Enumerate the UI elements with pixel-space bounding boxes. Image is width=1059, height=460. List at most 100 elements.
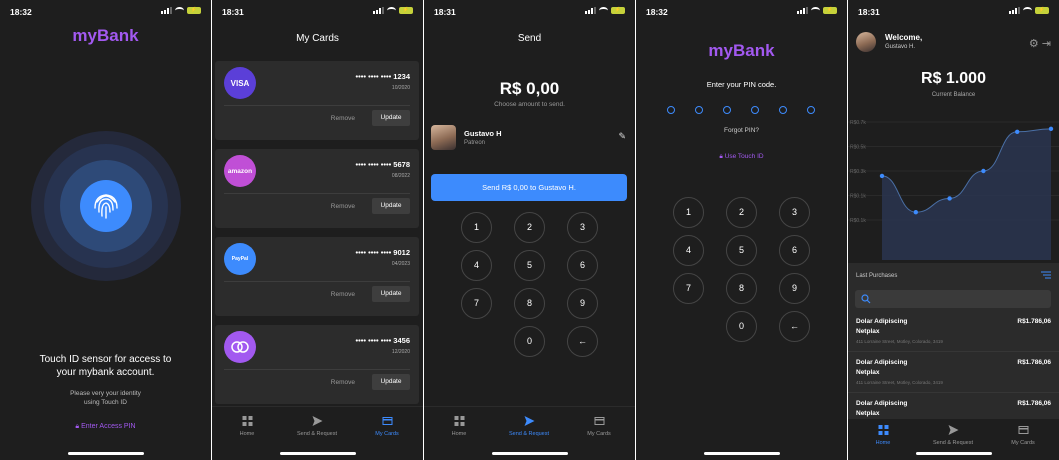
send-icon <box>948 425 958 435</box>
amount-hint: Choose amount to send. <box>494 101 565 108</box>
tab-cards-label: My Cards <box>587 431 611 437</box>
pin-prompt: Enter your PIN code. <box>706 80 777 89</box>
status-icons: ⚡ <box>797 7 837 14</box>
page-title: My Cards <box>296 33 339 44</box>
chart-point <box>879 173 885 179</box>
user-avatar[interactable] <box>856 32 876 52</box>
paypal-logo: PayPal <box>224 243 256 275</box>
pin-dot <box>779 106 787 114</box>
tab-send[interactable]: Send & Request <box>494 416 564 437</box>
tab-send[interactable]: Send & Request <box>918 425 988 446</box>
keypad-key-7[interactable]: 7 <box>673 273 704 304</box>
balance-amount: R$ 1.000 <box>921 70 986 87</box>
enter-pin-link[interactable]: 🔒︎ Enter Access PIN <box>0 423 211 431</box>
battery-icon: ⚡ <box>399 7 413 14</box>
edit-icon[interactable]: ✎ <box>618 131 626 142</box>
keypad-key-8[interactable]: 8 <box>726 273 757 304</box>
keypad-key-9[interactable]: 9 <box>779 273 810 304</box>
keypad-key-6[interactable]: 6 <box>779 235 810 266</box>
balance-chart: R$0.7k R$0.5k R$0.3k R$0.1k R$0.1k <box>848 120 1059 260</box>
touch-id-subtitle: Please very your identity using Touch ID <box>0 389 211 407</box>
my-cards-screen: 18:31 ⚡ My Cards VISA •••• •••• •••• 123… <box>212 0 423 460</box>
send-button[interactable]: Send R$ 0,00 to Gustavo H. <box>431 174 627 201</box>
keypad-key-4[interactable]: 4 <box>673 235 704 266</box>
pin-dot <box>667 106 675 114</box>
recipient-name: Gustavo H <box>464 129 502 138</box>
tab-home[interactable]: Home <box>848 425 918 446</box>
chart-point <box>981 168 986 174</box>
keypad-key-4[interactable]: 4 <box>461 250 492 281</box>
use-touch-id-link[interactable]: 🔒︎ Use Touch ID <box>636 153 847 161</box>
backspace-key[interactable]: ← <box>567 326 598 357</box>
card-icon <box>1018 426 1028 434</box>
keypad-key-7[interactable]: 7 <box>461 288 492 319</box>
last-purchases-panel: Last Purchases Dolar Adipiscing Netplax … <box>848 263 1059 418</box>
search-input[interactable] <box>855 290 1051 308</box>
divider <box>224 281 410 282</box>
keypad-key-5[interactable]: 5 <box>726 235 757 266</box>
purchase-row[interactable]: Dolar Adipiscing Netplax 411 Lorraine St… <box>848 353 1059 393</box>
tab-home[interactable]: Home <box>212 416 282 437</box>
card-number: •••• •••• •••• 1234 <box>355 72 410 81</box>
keypad-key-1[interactable]: 1 <box>673 197 704 228</box>
forgot-pin-link[interactable]: Forgot PIN? <box>636 127 847 134</box>
tab-send[interactable]: Send & Request <box>282 416 352 437</box>
gear-icon[interactable]: ⚙ <box>1029 38 1039 50</box>
keypad-key-9[interactable]: 9 <box>567 288 598 319</box>
y-tick-label: R$0.1k <box>850 218 866 224</box>
update-button[interactable]: Update <box>372 198 410 214</box>
purchase-row[interactable]: Dolar Adipiscing Netplax 411 Lorraine St… <box>848 312 1059 352</box>
card-number: •••• •••• •••• 9012 <box>355 248 410 257</box>
status-icons: ⚡ <box>161 7 201 14</box>
keypad-key-3[interactable]: 3 <box>567 212 598 243</box>
keypad-key-1[interactable]: 1 <box>461 212 492 243</box>
keypad-key-2[interactable]: 2 <box>726 197 757 228</box>
tab-cards-label: My Cards <box>375 431 399 437</box>
keypad-key-0[interactable]: 0 <box>726 311 757 342</box>
page-title: Send <box>517 33 542 44</box>
touch-id-title: Touch ID sensor for access to your myban… <box>0 353 211 379</box>
tab-cards[interactable]: My Cards <box>352 416 422 437</box>
remove-button[interactable]: Remove <box>331 203 355 210</box>
update-button[interactable]: Update <box>372 374 410 390</box>
update-button[interactable]: Update <box>372 286 410 302</box>
lock-icon: 🔒︎ <box>719 153 723 160</box>
logout-icon[interactable]: ⇥ <box>1042 38 1051 50</box>
keypad-key-2[interactable]: 2 <box>514 212 545 243</box>
backspace-key[interactable]: ← <box>779 311 810 342</box>
fingerprint-button[interactable] <box>79 180 132 232</box>
status-bar: 18:31 ⚡ <box>848 0 1059 22</box>
purchase-merchant: Netplax <box>856 410 880 417</box>
home-grid-icon <box>878 425 888 435</box>
remove-button[interactable]: Remove <box>331 379 355 386</box>
keypad-key-3[interactable]: 3 <box>779 197 810 228</box>
remove-button[interactable]: Remove <box>331 115 355 122</box>
wifi-icon <box>1023 7 1032 14</box>
send-screen: 18:31 ⚡ Send R$ 0,00 Choose amount to se… <box>424 0 635 460</box>
update-button[interactable]: Update <box>372 110 410 126</box>
send-icon <box>524 416 534 426</box>
tab-home[interactable]: Home <box>424 416 494 437</box>
status-icons: ⚡ <box>585 7 625 14</box>
y-tick-label: R$0.3k <box>850 169 866 175</box>
purchase-address: 411 Lorraine Street, Motley, Colorado, 3… <box>856 380 943 385</box>
pin-dot <box>695 106 703 114</box>
divider <box>224 193 410 194</box>
filter-icon[interactable] <box>1041 271 1051 279</box>
keypad-key-0[interactable]: 0 <box>514 326 545 357</box>
tab-cards[interactable]: My Cards <box>564 416 634 437</box>
keypad-key-5[interactable]: 5 <box>514 250 545 281</box>
status-time: 18:32 <box>10 7 32 17</box>
tab-send-label: Send & Request <box>296 431 338 437</box>
keypad-key-8[interactable]: 8 <box>514 288 545 319</box>
tab-cards[interactable]: My Cards <box>988 425 1058 446</box>
lock-icon: 🔒︎ <box>75 423 80 430</box>
keypad-key-6[interactable]: 6 <box>567 250 598 281</box>
chart-point <box>1048 126 1054 132</box>
user-name: Gustavo H. <box>885 44 916 50</box>
purchase-merchant: Netplax <box>856 328 880 335</box>
divider <box>224 369 410 370</box>
purchase-address: 411 Lorraine Street, Motley, Colorado, 3… <box>856 339 943 344</box>
remove-button[interactable]: Remove <box>331 291 355 298</box>
home-indicator <box>279 452 356 455</box>
